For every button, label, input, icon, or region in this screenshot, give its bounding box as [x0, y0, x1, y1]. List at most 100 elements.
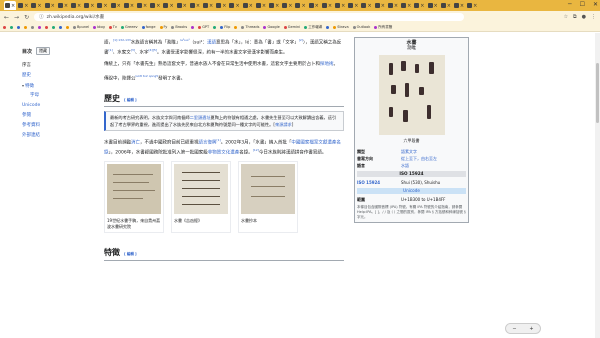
tab-close-icon[interactable]: × — [183, 3, 187, 9]
tab-close-icon[interactable]: × — [24, 3, 28, 9]
tab-close-icon[interactable]: × — [473, 3, 477, 9]
browser-tab[interactable]: × — [466, 1, 478, 10]
bookmark-item[interactable]: Flip — [220, 25, 230, 29]
tab-close-icon[interactable]: × — [354, 3, 358, 9]
reload-icon[interactable]: ↻ — [24, 14, 29, 21]
toc-item[interactable]: ▾特徵 — [22, 81, 82, 91]
bookmark-item[interactable] — [24, 25, 27, 29]
browser-tab[interactable]: × — [308, 1, 320, 10]
tab-close-icon[interactable]: × — [301, 3, 305, 9]
browser-tab[interactable]: × — [162, 1, 174, 10]
toc-hide-button[interactable]: 隱藏 — [36, 47, 51, 55]
toc-item[interactable]: Unicode — [22, 101, 82, 111]
browser-tab[interactable]: × — [294, 1, 306, 10]
bookmark-item[interactable]: Brooks — [171, 25, 187, 29]
bookmark-item[interactable]: Strava — [333, 25, 349, 29]
browser-tab[interactable]: × — [110, 1, 122, 10]
scrollbar-thumb[interactable] — [596, 63, 599, 123]
browser-tab[interactable]: × — [70, 1, 82, 10]
tab-close-icon[interactable]: × — [275, 3, 279, 9]
tab-close-icon[interactable]: × — [288, 3, 292, 9]
infobox-key[interactable]: ISO 15924 — [357, 179, 401, 186]
tab-close-icon[interactable]: × — [196, 3, 200, 9]
bookmark-item[interactable] — [59, 25, 62, 29]
profile-icon[interactable]: ● — [582, 14, 586, 20]
scrollbar[interactable] — [595, 33, 600, 338]
tab-close-icon[interactable]: × — [341, 3, 345, 9]
close-window-icon[interactable]: ✕ — [593, 1, 598, 8]
browser-tab[interactable]: × — [17, 1, 29, 10]
tab-close-icon[interactable]: × — [249, 3, 253, 9]
tab-close-icon[interactable]: × — [143, 3, 147, 9]
browser-tab[interactable]: × — [400, 1, 412, 10]
browser-tab[interactable]: × — [440, 1, 452, 10]
tab-close-icon[interactable]: × — [103, 3, 107, 9]
tab-close-icon[interactable]: × — [169, 3, 173, 9]
browser-tab[interactable]: × — [176, 1, 188, 10]
bookmark-item[interactable] — [10, 25, 13, 29]
toc-item[interactable]: 參閱 — [22, 111, 82, 121]
tab-close-icon[interactable]: × — [367, 3, 371, 9]
bookmark-item[interactable] — [45, 25, 48, 29]
edit-section-link[interactable]: [ 編輯 ] — [124, 98, 137, 103]
manuscript-image[interactable] — [241, 163, 295, 214]
browser-tab[interactable]: × — [215, 1, 227, 10]
bookmark-item[interactable]: Greeev — [120, 25, 138, 29]
toc-item[interactable]: 外部連結 — [22, 131, 82, 141]
browser-tab[interactable]: × — [374, 1, 386, 10]
tab-close-icon[interactable]: × — [447, 3, 451, 9]
browser-tab[interactable]: × — [57, 1, 69, 10]
forward-icon[interactable]: → — [14, 14, 19, 21]
link-hanyu[interactable]: 漢語 — [207, 41, 216, 46]
tab-close-icon[interactable]: × — [235, 3, 239, 9]
bookmark-item[interactable]: Tv — [108, 25, 117, 29]
tab-close-icon[interactable]: × — [90, 3, 94, 9]
script-sample-image[interactable] — [378, 55, 445, 135]
bookmark-item[interactable]: fonge — [141, 25, 156, 29]
browser-tab[interactable]: × — [123, 1, 135, 10]
gallery-item[interactable]: 19世紀水書手稿，來自貴州荔波水書研究院 — [104, 160, 164, 233]
browser-tab[interactable]: × — [321, 1, 333, 10]
citation-needed-link[interactable]: 來源請求 — [275, 122, 292, 127]
browser-tab[interactable]: × — [242, 1, 254, 10]
browser-tab[interactable]: × — [44, 1, 56, 10]
zoom-out-button[interactable]: − — [512, 326, 516, 332]
url-field[interactable]: ⓘ zh.wikipedia.org/wiki/水書 — [34, 13, 465, 21]
bookmark-item[interactable]: Gemini — [283, 25, 300, 29]
infobox-value[interactable]: 水語 — [401, 162, 409, 169]
manuscript-image[interactable] — [174, 163, 228, 214]
bookmark-item[interactable] — [326, 25, 330, 29]
browser-tab[interactable]: × — [281, 1, 293, 10]
tab-close-icon[interactable]: × — [315, 3, 319, 9]
bookmark-item[interactable] — [191, 25, 195, 29]
bookmark-item[interactable] — [234, 25, 238, 29]
browser-tab[interactable]: × — [360, 1, 372, 10]
tab-close-icon[interactable]: × — [394, 3, 398, 9]
bookmark-item[interactable] — [17, 25, 20, 29]
browser-tab[interactable]: × — [268, 1, 280, 10]
browser-tab[interactable]: × — [427, 1, 439, 10]
link-geomancy[interactable]: 探地術 — [320, 62, 334, 67]
manuscript-image[interactable] — [107, 163, 161, 214]
bookmark-item[interactable]: Bpunel — [73, 25, 89, 29]
link-language-revival[interactable]: 語言復興 — [199, 140, 217, 145]
menu-icon[interactable]: ⋮ — [591, 14, 596, 20]
minimize-icon[interactable]: ─ — [568, 1, 572, 8]
browser-tab[interactable]: × — [149, 1, 161, 10]
infobox-value[interactable]: 從上至下，由右至左 — [401, 155, 437, 162]
bookmark-item[interactable]: 所有書籤 — [374, 25, 392, 30]
toc-item[interactable]: 序言 — [22, 61, 82, 71]
bookmark-item[interactable]: Threads — [241, 25, 259, 29]
bookmark-item[interactable] — [52, 25, 55, 29]
tab-close-icon[interactable]: × — [130, 3, 134, 9]
bookmark-item[interactable] — [31, 25, 34, 29]
tab-close-icon[interactable]: × — [434, 3, 438, 9]
link-extinction[interactable]: 消亡 — [131, 140, 140, 145]
tab-close-icon[interactable]: × — [209, 3, 213, 9]
browser-tab[interactable]: × — [202, 1, 214, 10]
bookmark-item[interactable]: blog — [93, 25, 105, 29]
gallery-item[interactable]: 水書《吉凶經》 — [171, 160, 231, 233]
tab-close-icon[interactable]: × — [222, 3, 226, 9]
tab-close-icon[interactable]: × — [51, 3, 55, 9]
tab-close-icon[interactable]: × — [117, 3, 121, 9]
